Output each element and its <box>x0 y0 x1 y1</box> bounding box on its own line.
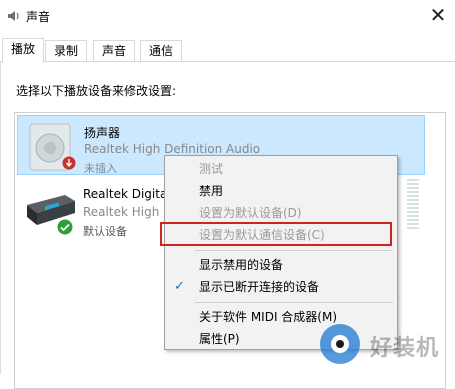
watermark-logo-icon <box>320 324 360 364</box>
menu-item-show-disabled[interactable]: 显示禁用的设备 <box>165 254 397 276</box>
menu-item-disable[interactable]: 禁用 <box>165 180 397 202</box>
default-check-icon <box>57 219 73 235</box>
device-driver: Realtek High Definition Audio <box>84 142 261 156</box>
menu-separator <box>195 302 393 303</box>
menu-item-label: 禁用 <box>199 184 224 198</box>
title-bar: 声音 ✕ <box>0 0 455 32</box>
context-menu: 测试 禁用 设置为默认设备(D) 设置为默认通信设备(C) 显示禁用的设备 ✓ … <box>164 155 398 350</box>
menu-separator <box>195 250 393 251</box>
tab-playback[interactable]: 播放 <box>2 38 45 63</box>
menu-item-label: 测试 <box>199 162 224 176</box>
speaker-app-icon <box>8 11 19 21</box>
menu-item-label: 显示已断开连接的设备 <box>199 280 320 294</box>
instruction-text: 选择以下播放设备来修改设置: <box>16 84 177 98</box>
menu-item-about-midi[interactable]: 关于软件 MIDI 合成器(M) <box>165 306 397 328</box>
highlight-annotation-box <box>160 222 392 246</box>
menu-item-properties[interactable]: 属性(P) <box>165 328 397 350</box>
checkmark-icon: ✓ <box>174 279 185 294</box>
menu-item-set-default[interactable]: 设置为默认设备(D) <box>165 202 397 224</box>
menu-item-show-disconnected[interactable]: ✓ 显示已断开连接的设备 <box>165 276 397 298</box>
close-icon: ✕ <box>429 3 447 27</box>
menu-item-label: 关于软件 MIDI 合成器(M) <box>199 310 338 324</box>
tab-communications[interactable]: 通信 <box>140 40 183 61</box>
volume-meter <box>407 179 419 229</box>
menu-item-test[interactable]: 测试 <box>165 158 397 180</box>
device-status: 未插入 <box>84 162 117 175</box>
tab-sounds[interactable]: 声音 <box>93 40 136 61</box>
unplugged-badge-icon <box>62 156 76 170</box>
device-status: 默认设备 <box>83 225 127 238</box>
device-name: Realtek Digital <box>83 187 171 201</box>
tab-recording[interactable]: 录制 <box>45 40 88 61</box>
device-driver: Realtek High D <box>83 205 173 219</box>
device-name: 扬声器 <box>84 126 121 140</box>
close-button[interactable]: ✕ <box>421 0 455 30</box>
menu-item-label: 显示禁用的设备 <box>199 258 284 272</box>
menu-item-label: 设置为默认设备(D) <box>199 206 302 220</box>
watermark-text: 好装机 <box>370 336 440 361</box>
tab-strip: 播放 录制 声音 通信 <box>0 38 455 63</box>
menu-item-label: 属性(P) <box>199 332 240 346</box>
window-title: 声音 <box>26 10 51 24</box>
